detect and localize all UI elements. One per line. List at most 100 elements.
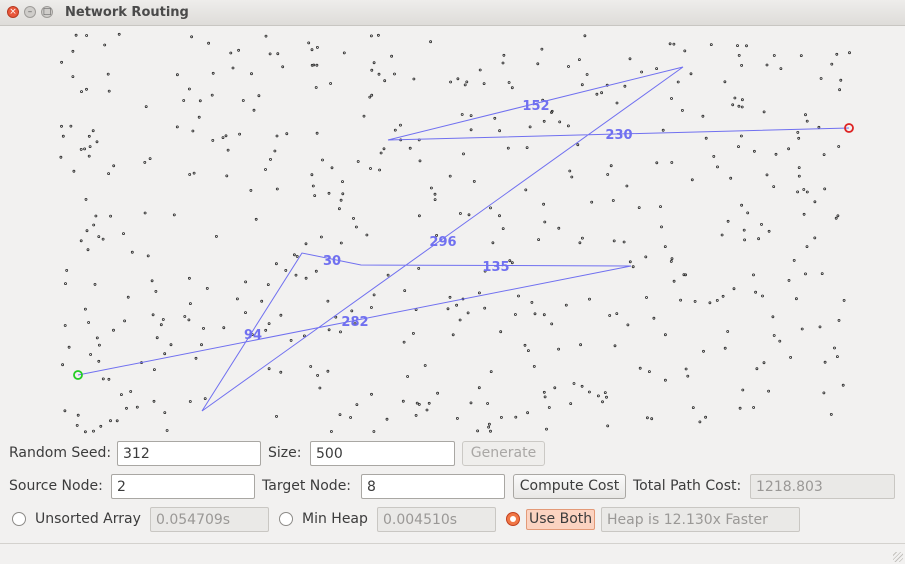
resize-grip-icon[interactable] <box>893 552 903 562</box>
graph-node <box>615 312 619 316</box>
graph-node <box>370 68 374 72</box>
graph-node <box>650 417 654 421</box>
graph-node <box>693 299 697 303</box>
graph-node <box>761 294 764 298</box>
graph-node <box>85 229 89 233</box>
graph-node <box>731 103 735 107</box>
graph-node <box>101 377 105 381</box>
graph-node <box>648 370 651 374</box>
graph-node <box>257 94 261 98</box>
graph-node <box>284 268 288 272</box>
graph-node <box>94 214 98 218</box>
graph-node <box>625 184 629 188</box>
graph-node <box>668 42 672 46</box>
graph-node <box>417 402 421 406</box>
unsorted-array-radio[interactable] <box>12 512 26 526</box>
close-icon[interactable]: × <box>7 6 19 18</box>
graph-node <box>838 88 841 92</box>
edge-label-4: 30 <box>323 254 341 269</box>
graph-node <box>150 279 154 283</box>
min-heap-radio[interactable] <box>279 512 293 526</box>
graph-node <box>540 47 544 51</box>
graph-node <box>314 269 318 273</box>
graph-node <box>294 273 298 277</box>
graph-node <box>368 95 372 99</box>
graph-node <box>88 145 92 149</box>
graph-node <box>352 216 355 220</box>
graph-node <box>338 413 342 417</box>
graph-node <box>264 328 268 332</box>
minimize-icon[interactable]: – <box>24 6 36 18</box>
graph-node <box>309 365 313 368</box>
graph-node <box>95 140 99 144</box>
graph-node <box>235 297 239 301</box>
target-input[interactable] <box>361 474 505 499</box>
graph-node <box>606 424 610 428</box>
graph-node <box>796 130 800 134</box>
graph-node <box>684 273 687 277</box>
compute-cost-button[interactable]: Compute Cost <box>513 474 626 499</box>
graph-node <box>427 401 431 405</box>
graph-node <box>760 222 763 226</box>
graph-node <box>356 160 360 163</box>
graph-node <box>249 188 253 192</box>
generate-button[interactable]: Generate <box>462 441 545 466</box>
graph-node <box>187 276 191 280</box>
graph-node <box>608 314 612 317</box>
graph-node <box>339 241 343 245</box>
graph-node <box>188 400 192 403</box>
graph-node <box>244 280 248 284</box>
graph-node <box>805 190 809 194</box>
graph-node <box>542 390 546 394</box>
graph-node <box>106 72 110 76</box>
graph-node <box>631 265 635 269</box>
min-heap-label[interactable]: Min Heap <box>302 511 368 527</box>
graph-node <box>372 293 376 297</box>
graph-node <box>802 212 806 216</box>
graph-node <box>329 430 333 433</box>
graph-node <box>716 165 719 169</box>
unsorted-array-label[interactable]: Unsorted Array <box>35 511 141 527</box>
unsorted-time-field <box>150 507 269 532</box>
source-input[interactable] <box>111 474 255 499</box>
graph-node <box>740 203 743 207</box>
graph-node <box>611 199 615 202</box>
graph-node <box>365 233 369 237</box>
graph-node <box>414 413 418 417</box>
graph-node <box>144 105 148 108</box>
graph-node <box>595 92 599 96</box>
graph-node <box>708 301 712 305</box>
size-input[interactable] <box>310 441 455 466</box>
use-both-radio[interactable] <box>506 512 520 526</box>
graph-node <box>241 99 245 102</box>
graph-node <box>211 71 215 75</box>
graph-node <box>276 52 280 56</box>
graph-node <box>418 159 422 163</box>
graph-node <box>741 98 744 102</box>
graph-node <box>458 318 462 322</box>
graph-node <box>834 216 838 220</box>
graph-node <box>169 343 173 347</box>
seed-input[interactable] <box>117 441 261 466</box>
graph-node <box>466 311 470 315</box>
graph-node <box>269 157 272 161</box>
graph-node <box>698 420 702 424</box>
use-both-label[interactable]: Use Both <box>526 509 596 530</box>
graph-node <box>109 419 112 423</box>
graph-node <box>275 414 278 418</box>
graph-node <box>486 402 490 405</box>
graph-node <box>542 313 546 317</box>
graph-node <box>754 290 757 294</box>
maximize-icon[interactable]: □ <box>41 6 53 18</box>
graph-node <box>92 429 95 433</box>
graph-node <box>337 207 341 211</box>
graph-node <box>729 176 733 180</box>
graph-node <box>101 237 105 241</box>
graph-node <box>129 390 133 393</box>
graph-node <box>670 161 674 164</box>
graph-node <box>417 266 421 270</box>
graph-node <box>762 361 766 365</box>
graph-node <box>446 307 450 311</box>
graph-node <box>87 134 91 138</box>
graph-node <box>117 32 121 36</box>
